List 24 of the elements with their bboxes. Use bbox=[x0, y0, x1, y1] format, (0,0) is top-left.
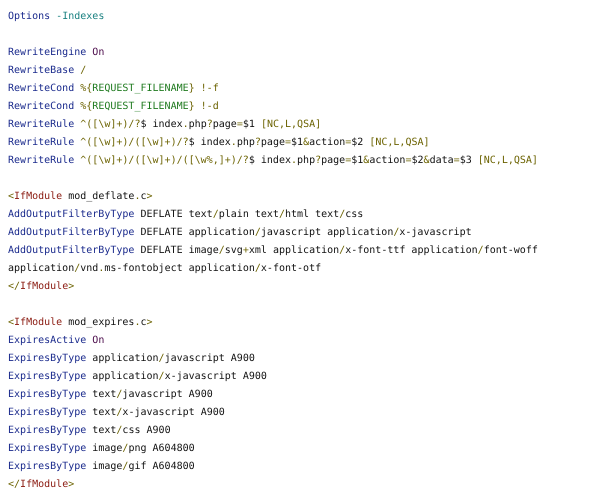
code-line: RewriteCond %{REQUEST_FILENAME} !-f bbox=[8, 82, 219, 96]
code-line: RewriteRule ^([\w]+)/([\w]+)/([\w%,]+)/?$ index.php?page=$1&action=$2&data=$3 [NC,L,QSA] bbox=[8, 154, 538, 168]
code-line: ExpiresActive On bbox=[8, 334, 104, 348]
code-line: </IfModule> bbox=[8, 280, 74, 294]
code-line: RewriteRule ^([\w]+)/?$ index.php?page=$1 [NC,L,QSA] bbox=[8, 118, 322, 132]
code-line: RewriteBase / bbox=[8, 64, 86, 78]
code-line: AddOutputFilterByType DEFLATE application/javascript application/x-javascript bbox=[8, 226, 472, 240]
code-line: application/vnd.ms-fontobject application/x-font-otf bbox=[8, 262, 322, 276]
code-line: RewriteEngine On bbox=[8, 46, 104, 60]
code-line: RewriteCond %{REQUEST_FILENAME} !-d bbox=[8, 100, 219, 114]
code-line: </IfModule> bbox=[8, 478, 74, 492]
code-line: <IfModule mod_deflate.c> bbox=[8, 190, 153, 204]
code-line: ExpiresByType image/png A604800 bbox=[8, 442, 195, 456]
code-line: <IfModule mod_expires.c> bbox=[8, 316, 153, 330]
code-line: ExpiresByType application/javascript A900 bbox=[8, 352, 255, 366]
code-line: ExpiresByType text/x-javascript A900 bbox=[8, 406, 225, 420]
code-line: AddOutputFilterByType DEFLATE text/plain text/html text/css bbox=[8, 208, 364, 222]
code-line: ExpiresByType image/gif A604800 bbox=[8, 460, 195, 474]
code-line: ExpiresByType text/css A900 bbox=[8, 424, 171, 438]
code-line: AddOutputFilterByType DEFLATE image/svg+xml application/x-font-ttf application/font-woff bbox=[8, 244, 538, 258]
code-line: ExpiresByType text/javascript A900 bbox=[8, 388, 213, 402]
code-line: ExpiresByType application/x-javascript A900 bbox=[8, 370, 267, 384]
code-line: Options -Indexes bbox=[8, 10, 104, 24]
code-line: RewriteRule ^([\w]+)/([\w]+)/?$ index.php?page=$1&action=$2 [NC,L,QSA] bbox=[8, 136, 430, 150]
